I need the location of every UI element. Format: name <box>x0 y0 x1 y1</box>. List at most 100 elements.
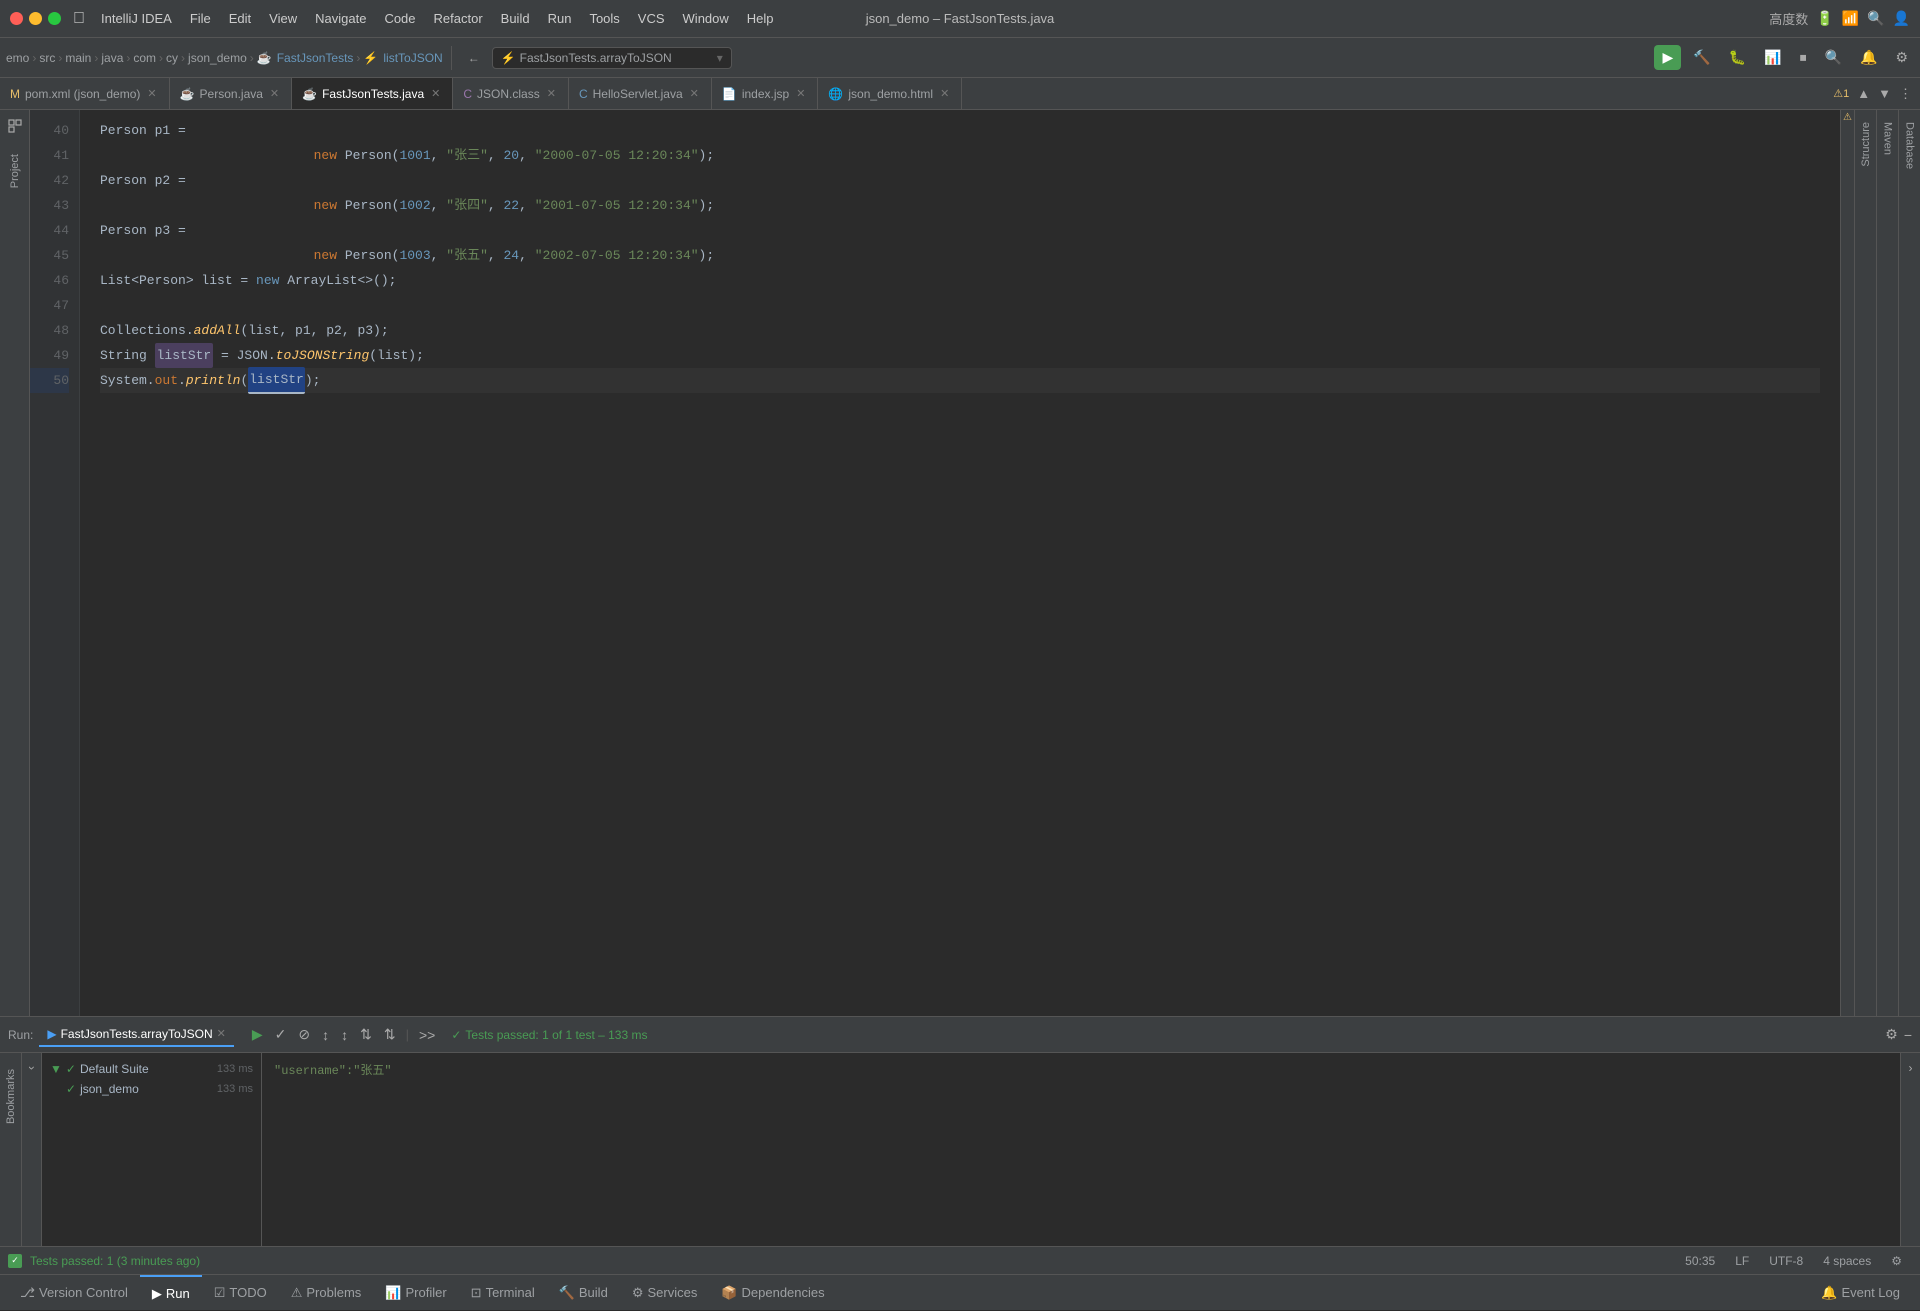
breadcrumb-class[interactable]: FastJsonTests <box>277 51 354 65</box>
status-tests-passed: Tests passed: 1 (3 minutes ago) <box>30 1254 200 1268</box>
search-everywhere-button[interactable]: 🔍 <box>1819 47 1848 68</box>
run-minimize-button[interactable]: − <box>1904 1027 1912 1043</box>
filter-button[interactable]: ⇅ <box>356 1024 376 1045</box>
bottom-version-control[interactable]: ⎇ Version Control <box>8 1275 140 1311</box>
menu-refactor[interactable]: Refactor <box>426 8 491 29</box>
maximize-button[interactable] <box>48 12 61 25</box>
run-tab-close-icon[interactable]: ✕ <box>217 1027 226 1040</box>
run-with-coverage-button[interactable]: ✓ <box>271 1024 291 1045</box>
tab-helloservlet[interactable]: C HelloServlet.java ✕ <box>569 78 712 109</box>
run-toolbar: Run: ▶ FastJsonTests.arrayToJSON ✕ ▶ ✓ ⊘… <box>0 1017 1920 1053</box>
menu-view[interactable]: View <box>261 8 305 29</box>
close-button[interactable] <box>10 12 23 25</box>
bottom-event-log[interactable]: 🔔 Event Log <box>1809 1275 1912 1311</box>
build-button[interactable]: 🔨 <box>1687 47 1716 68</box>
tab-close-helloservlet[interactable]: ✕ <box>688 87 701 100</box>
bottom-build[interactable]: 🔨 Build <box>547 1275 620 1311</box>
debug-button[interactable]: 🐛 <box>1723 47 1752 68</box>
bottom-run[interactable]: ▶ Run <box>140 1275 202 1311</box>
run-suite-json-demo[interactable]: ✓ json_demo 133 ms <box>42 1079 261 1099</box>
structure-label[interactable]: Structure <box>1854 110 1878 179</box>
file-tree-icon[interactable] <box>3 114 27 138</box>
scroll-up-icon[interactable]: ▲ <box>1857 86 1870 101</box>
expand-all-button[interactable]: >> <box>415 1025 439 1045</box>
menu-navigate[interactable]: Navigate <box>307 8 374 29</box>
breadcrumb-method[interactable]: listToJSON <box>383 51 442 65</box>
rerun-button[interactable]: ↕ <box>318 1025 333 1045</box>
coverage-button[interactable]: 📊 <box>1758 47 1787 68</box>
status-right: 50:35 LF UTF-8 4 spaces ⚙ <box>1675 1254 1912 1268</box>
stop-button[interactable]: ⏹ <box>1794 47 1813 68</box>
run-button[interactable]: ▶ <box>1654 45 1681 70</box>
bottom-services[interactable]: ⚙ Services <box>620 1275 710 1311</box>
tab-fastjsontests[interactable]: ☕ FastJsonTests.java ✕ <box>292 78 453 109</box>
tab-json-class[interactable]: C JSON.class ✕ <box>453 78 569 109</box>
expand-right-btn[interactable]: › <box>1900 1053 1920 1246</box>
scrollbar-area[interactable]: ⚠ <box>1840 110 1854 1016</box>
line-number: 40 <box>30 118 69 143</box>
dependencies-icon: 📦 <box>721 1285 737 1301</box>
search-icon[interactable]: 🔍 <box>1867 10 1884 27</box>
menu-code[interactable]: Code <box>376 8 423 29</box>
run-suite-default[interactable]: ▼ ✓ Default Suite 133 ms <box>42 1059 261 1079</box>
back-button[interactable]: ← <box>460 48 488 68</box>
breadcrumb-cy[interactable]: cy <box>166 51 178 65</box>
status-line-sep[interactable]: LF <box>1725 1254 1759 1268</box>
breadcrumb-src[interactable]: src <box>39 51 55 65</box>
status-indent[interactable]: 4 spaces <box>1813 1254 1881 1268</box>
notifications-button[interactable]: 🔔 <box>1854 47 1883 68</box>
bookmarks-label[interactable]: Bookmarks <box>0 1057 23 1136</box>
tab-close-fastjsontests[interactable]: ✕ <box>429 87 442 100</box>
run-settings-button[interactable]: ⚙ <box>1885 1026 1898 1043</box>
tab-index-jsp[interactable]: 📄 index.jsp ✕ <box>712 78 819 109</box>
menu-vcs[interactable]: VCS <box>630 8 673 29</box>
tab-close-pom[interactable]: ✕ <box>145 87 158 100</box>
breadcrumb-java[interactable]: java <box>101 51 123 65</box>
tab-json-demo-html[interactable]: 🌐 json_demo.html ✕ <box>818 78 962 109</box>
scroll-down-icon[interactable]: ▼ <box>1878 86 1891 101</box>
sort-button[interactable]: ↕ <box>337 1025 352 1045</box>
menu-tools[interactable]: Tools <box>581 8 627 29</box>
database-label[interactable]: Database <box>1898 110 1920 181</box>
breadcrumb-json-demo[interactable]: json_demo <box>188 51 247 65</box>
menu-window[interactable]: Window <box>675 8 737 29</box>
nav-method-dropdown[interactable]: ⚡ FastJsonTests.arrayToJSON ▾ <box>492 47 732 69</box>
project-label[interactable]: Project <box>3 146 27 196</box>
stop-run-button[interactable]: ⊘ <box>294 1024 314 1045</box>
breadcrumb-main[interactable]: main <box>65 51 91 65</box>
breadcrumb-emo[interactable]: emo <box>6 51 29 65</box>
status-position[interactable]: 50:35 <box>1675 1254 1725 1268</box>
chevron-right-icon[interactable]: › <box>25 1066 39 1070</box>
menu-run[interactable]: Run <box>540 8 580 29</box>
breadcrumb-com[interactable]: com <box>133 51 156 65</box>
menu-edit[interactable]: Edit <box>221 8 259 29</box>
chevron-expand-icon[interactable]: › <box>1909 1061 1913 1075</box>
tab-close-index-jsp[interactable]: ✕ <box>794 87 807 100</box>
tab-close-html[interactable]: ✕ <box>938 87 951 100</box>
bottom-profiler[interactable]: 📊 Profiler <box>373 1275 458 1311</box>
tab-close-json-class[interactable]: ✕ <box>545 87 558 100</box>
maven-label[interactable]: Maven <box>1876 110 1900 167</box>
bottom-todo[interactable]: ☑ TODO <box>202 1275 279 1311</box>
run-expand-btn[interactable]: › <box>22 1053 42 1246</box>
tab-pom[interactable]: M pom.xml (json_demo) ✕ <box>0 78 170 109</box>
tab-person[interactable]: ☕ Person.java ✕ <box>170 78 293 109</box>
more-tabs-icon[interactable]: ⋮ <box>1899 86 1912 102</box>
pin-button[interactable]: ⇅ <box>380 1024 400 1045</box>
bottom-dependencies[interactable]: 📦 Dependencies <box>709 1275 836 1311</box>
bottom-terminal[interactable]: ⊡ Terminal <box>459 1275 547 1311</box>
menu-help[interactable]: Help <box>739 8 782 29</box>
menu-build[interactable]: Build <box>493 8 538 29</box>
tab-close-person[interactable]: ✕ <box>268 87 281 100</box>
minimize-button[interactable] <box>29 12 42 25</box>
structure-sidebar: Structure <box>1854 110 1876 1016</box>
code-area[interactable]: Person p1 = new Person(1001, "张三", 20, "… <box>80 110 1840 1016</box>
settings-button[interactable]: ⚙ <box>1889 47 1914 68</box>
menu-file[interactable]: File <box>182 8 219 29</box>
menu-intellij[interactable]: IntelliJ IDEA <box>93 8 180 29</box>
run-again-button[interactable]: ▶ <box>248 1024 267 1045</box>
run-tab-active[interactable]: ▶ FastJsonTests.arrayToJSON ✕ <box>39 1023 234 1047</box>
bottom-problems[interactable]: ⚠ Problems <box>279 1275 374 1311</box>
settings-sync-icon[interactable]: ⚙ <box>1881 1254 1912 1268</box>
status-encoding[interactable]: UTF-8 <box>1759 1254 1813 1268</box>
